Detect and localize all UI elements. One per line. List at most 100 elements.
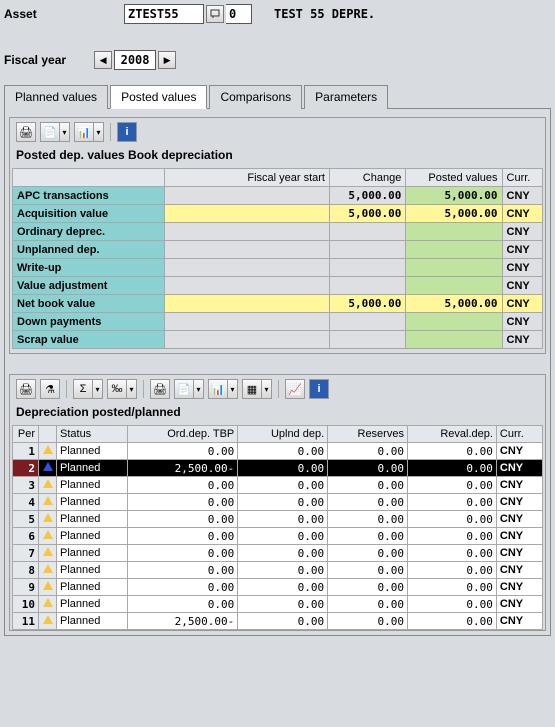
cell-posted xyxy=(406,277,502,295)
cell-posted xyxy=(406,331,502,349)
next-year-button[interactable] xyxy=(158,51,176,69)
cell-change xyxy=(330,313,406,331)
asset-subnumber-input[interactable] xyxy=(226,4,252,24)
cell-curr: CNY xyxy=(496,528,542,545)
posted-row[interactable]: Value adjustmentCNY xyxy=(13,277,543,295)
posted-row[interactable]: Scrap valueCNY xyxy=(13,331,543,349)
tabstrip: Planned values Posted values Comparisons… xyxy=(4,84,551,108)
dep-filter-button[interactable]: ⚗ xyxy=(40,379,60,399)
cell-curr: CNY xyxy=(502,295,542,313)
dep-col-upl[interactable]: Uplnd dep. xyxy=(238,426,328,443)
dep-export-button[interactable]: 📄 xyxy=(174,379,194,399)
cell-curr: CNY xyxy=(496,477,542,494)
cell-status: Planned xyxy=(57,613,128,630)
dep-print2-button[interactable]: 🖨 xyxy=(150,379,170,399)
posted-row[interactable]: Ordinary deprec.CNY xyxy=(13,223,543,241)
dep-row[interactable]: 1Planned0.000.000.000.00CNY xyxy=(13,443,543,460)
fiscal-year-label: Fiscal year xyxy=(4,53,66,67)
dep-subtotal-button[interactable]: ‰ xyxy=(107,379,127,399)
dep-row[interactable]: 7Planned0.000.000.000.00CNY xyxy=(13,545,543,562)
warning-icon xyxy=(43,615,53,624)
dep-row[interactable]: 10Planned0.000.000.000.00CNY xyxy=(13,596,543,613)
dep-row[interactable]: 3Planned0.000.000.000.00CNY xyxy=(13,477,543,494)
cell-posted xyxy=(406,259,502,277)
fiscal-year-input[interactable] xyxy=(114,50,156,70)
dep-export-dropdown[interactable]: ▾ xyxy=(194,379,204,399)
cell-upl: 0.00 xyxy=(238,545,328,562)
posted-row[interactable]: Unplanned dep.CNY xyxy=(13,241,543,259)
filter-icon: ⚗ xyxy=(45,383,55,396)
cell-fys xyxy=(165,259,330,277)
dep-row[interactable]: 2Planned2,500.00-0.000.000.00CNY xyxy=(13,460,543,477)
cell-period: 7 xyxy=(13,545,39,562)
posted-col-change[interactable]: Change xyxy=(330,169,406,187)
cell-res: 0.00 xyxy=(328,613,408,630)
dep-col-ord[interactable]: Ord.dep. TBP xyxy=(127,426,238,443)
dep-layout-button[interactable]: ▦ xyxy=(242,379,262,399)
prev-year-button[interactable] xyxy=(94,51,112,69)
cell-status-icon xyxy=(39,596,57,613)
dep-col-per[interactable]: Per xyxy=(13,426,39,443)
tab-planned-values[interactable]: Planned values xyxy=(4,85,108,109)
dep-spreadsheet-dropdown[interactable]: ▾ xyxy=(228,379,238,399)
tab-parameters[interactable]: Parameters xyxy=(304,85,388,109)
tab-comparisons[interactable]: Comparisons xyxy=(209,85,302,109)
posted-col-posted[interactable]: Posted values xyxy=(406,169,502,187)
cell-fys xyxy=(165,277,330,295)
cell-ord: 2,500.00- xyxy=(127,460,238,477)
posted-row[interactable]: Acquisition value5,000.005,000.00CNY xyxy=(13,205,543,223)
export-button[interactable]: 📄 xyxy=(40,122,60,142)
dep-row[interactable]: 5Planned0.000.000.000.00CNY xyxy=(13,511,543,528)
warning-icon xyxy=(43,513,53,522)
dep-print-button[interactable]: 🖨 xyxy=(16,379,36,399)
cell-curr: CNY xyxy=(502,259,542,277)
cell-res: 0.00 xyxy=(328,579,408,596)
dep-subtotal-dropdown[interactable]: ▾ xyxy=(127,379,137,399)
dep-layout-dropdown[interactable]: ▾ xyxy=(262,379,272,399)
cell-rev: 0.00 xyxy=(407,596,496,613)
cell-fys xyxy=(165,205,330,223)
dep-col-icon[interactable] xyxy=(39,426,57,443)
posted-row[interactable]: Down paymentsCNY xyxy=(13,313,543,331)
dep-col-curr[interactable]: Curr. xyxy=(496,426,542,443)
dep-col-res[interactable]: Reserves xyxy=(328,426,408,443)
info-button[interactable]: i xyxy=(117,122,137,142)
dep-row[interactable]: 6Planned0.000.000.000.00CNY xyxy=(13,528,543,545)
cell-fys xyxy=(165,331,330,349)
dep-col-rev[interactable]: Reval.dep. xyxy=(407,426,496,443)
cell-upl: 0.00 xyxy=(238,494,328,511)
spreadsheet-dropdown[interactable]: ▾ xyxy=(94,122,104,142)
cell-rev: 0.00 xyxy=(407,443,496,460)
cell-change: 5,000.00 xyxy=(330,205,406,223)
posted-col-fys[interactable]: Fiscal year start xyxy=(165,169,330,187)
posted-row[interactable]: Net book value5,000.005,000.00CNY xyxy=(13,295,543,313)
export-dropdown[interactable]: ▾ xyxy=(60,122,70,142)
spreadsheet-button[interactable]: 📊 xyxy=(74,122,94,142)
dep-info-button[interactable]: i xyxy=(309,379,329,399)
dep-row[interactable]: 9Planned0.000.000.000.00CNY xyxy=(13,579,543,596)
dep-sum-dropdown[interactable]: ▾ xyxy=(93,379,103,399)
dep-row[interactable]: 4Planned0.000.000.000.00CNY xyxy=(13,494,543,511)
cell-res: 0.00 xyxy=(328,494,408,511)
posted-row[interactable]: APC transactions5,000.005,000.00CNY xyxy=(13,187,543,205)
row-label: Acquisition value xyxy=(13,205,165,223)
print-button[interactable]: 🖨 xyxy=(16,122,36,142)
asset-input[interactable] xyxy=(124,4,204,24)
asset-label: Asset xyxy=(4,7,114,21)
asset-f4-button[interactable] xyxy=(206,5,224,23)
row-label: Value adjustment xyxy=(13,277,165,295)
dep-spreadsheet-button[interactable]: 📊 xyxy=(208,379,228,399)
cell-fys xyxy=(165,187,330,205)
posted-row[interactable]: Write-upCNY xyxy=(13,259,543,277)
posted-col-curr[interactable]: Curr. xyxy=(502,169,542,187)
dep-row[interactable]: 11Planned2,500.00-0.000.000.00CNY xyxy=(13,613,543,630)
tab-posted-values[interactable]: Posted values xyxy=(110,85,207,109)
dep-row[interactable]: 8Planned0.000.000.000.00CNY xyxy=(13,562,543,579)
warning-icon xyxy=(43,496,53,505)
posted-col-blank[interactable] xyxy=(13,169,165,187)
dep-sum-button[interactable]: Σ xyxy=(73,379,93,399)
dep-graphic-button[interactable]: 📈 xyxy=(285,379,305,399)
row-label: Scrap value xyxy=(13,331,165,349)
dep-col-status[interactable]: Status xyxy=(57,426,128,443)
print-icon: 🖨 xyxy=(153,383,167,396)
